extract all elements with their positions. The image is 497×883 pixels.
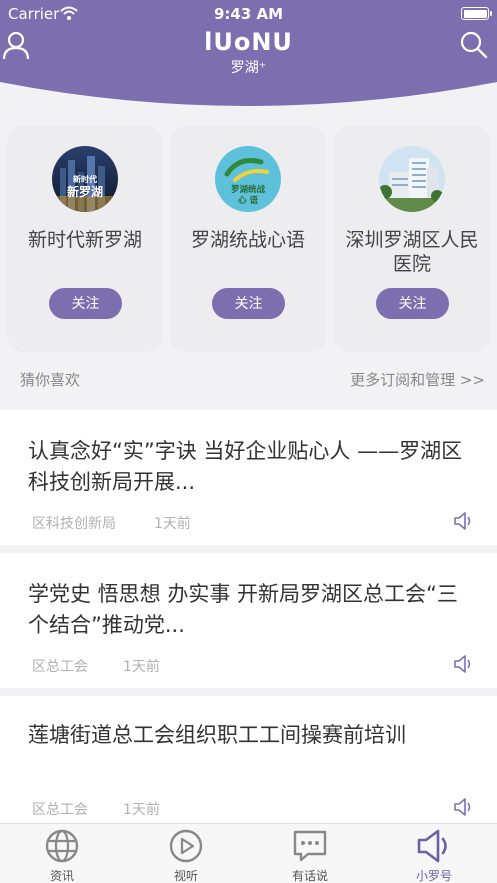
chat-icon [293,830,327,862]
status-time: 9:43 AM [213,5,284,23]
subscription-card[interactable]: 罗湖统战 心 语 罗湖统战心语 关注 [170,126,326,352]
status-bar: Carrier 9:43 AM [0,4,497,24]
speaker-icon[interactable] [453,655,473,673]
logo-subtitle: 罗湖⁺ [230,60,267,76]
article-item[interactable]: 莲塘街道总工会组织职工工间操赛前培训 区总工会 1天前 [0,696,497,823]
channel-name: 新时代新罗湖 [27,229,142,251]
tab-label: 视听 [173,869,198,883]
subscription-card[interactable]: 新时代 新罗湖 新时代新罗湖 关注 [7,126,163,352]
article-item[interactable]: 学党史 悟思想 办实事 开新局罗湖区总工会“三个结合”推动党... 区总工会 1… [0,553,497,688]
subscription-cards: 新时代 新罗湖 新时代新罗湖 关注 罗湖统战 心 语 罗湖统战心语 关注 深圳罗… [7,126,497,352]
channel-avatar: 新时代 新罗湖 [52,146,118,212]
article-title: 莲塘街道总工会组织职工工间操赛前培训 [28,723,406,747]
logo-mark: lUoNU [204,28,293,56]
follow-button[interactable]: 关注 [376,288,449,319]
svg-text:新罗湖: 新罗湖 [67,184,103,199]
tab-news[interactable]: 资讯 [0,824,124,883]
speaker-icon[interactable] [453,512,473,530]
tab-xiaoluohao[interactable]: 小罗号 [372,824,496,883]
svg-text:新时代: 新时代 [73,174,97,184]
speaker-icon[interactable] [453,798,473,816]
tab-video[interactable]: 视听 [124,824,248,883]
channel-name: 罗湖统战心语 [190,229,305,251]
article-source: 区总工会 [32,802,88,818]
globe-icon [45,829,79,863]
channel-avatar: 罗湖统战 心 语 [215,146,281,212]
recommend-label: 猜你喜欢 [20,371,81,389]
tab-label: 小罗号 [415,869,452,883]
article-title: 认真念好“实”字诀 当好企业贴心人 ——罗湖区科技创新局开展... [28,439,463,494]
tab-label: 资讯 [49,869,74,883]
bottom-tab-bar: 资讯 视听 有话说 小罗号 [0,823,497,883]
svg-text:罗湖统战: 罗湖统战 [231,184,266,195]
article-item[interactable]: 认真念好“实”字诀 当好企业贴心人 ——罗湖区科技创新局开展... 区科技创新局… [0,410,497,545]
article-time: 1天前 [123,802,160,818]
search-icon[interactable] [459,30,489,60]
more-subscriptions-link[interactable]: 更多订阅和管理 >> [350,369,485,390]
follow-button[interactable]: 关注 [212,288,285,319]
svg-text:心 语: 心 语 [238,195,258,206]
channel-name: 深圳罗湖区人民医院 [345,229,479,275]
article-source: 区科技创新局 [32,516,116,532]
article-time: 1天前 [123,659,160,675]
article-title: 学党史 悟思想 办实事 开新局罗湖区总工会“三个结合”推动党... [28,582,458,637]
play-icon [169,829,203,863]
speaker-icon [417,829,447,863]
tab-label: 有话说 [291,869,328,883]
battery-icon [461,7,492,20]
article-source: 区总工会 [32,659,88,675]
app-logo: lUoNU 罗湖⁺ [0,28,497,77]
channel-avatar [379,146,445,212]
tab-talk[interactable]: 有话说 [248,824,372,883]
article-time: 1天前 [154,516,191,532]
follow-button[interactable]: 关注 [49,288,122,319]
app-header: Carrier 9:43 AM lUoNU 罗湖⁺ [0,0,497,110]
subscription-card[interactable]: 深圳罗湖区人民医院 关注 [334,126,490,352]
